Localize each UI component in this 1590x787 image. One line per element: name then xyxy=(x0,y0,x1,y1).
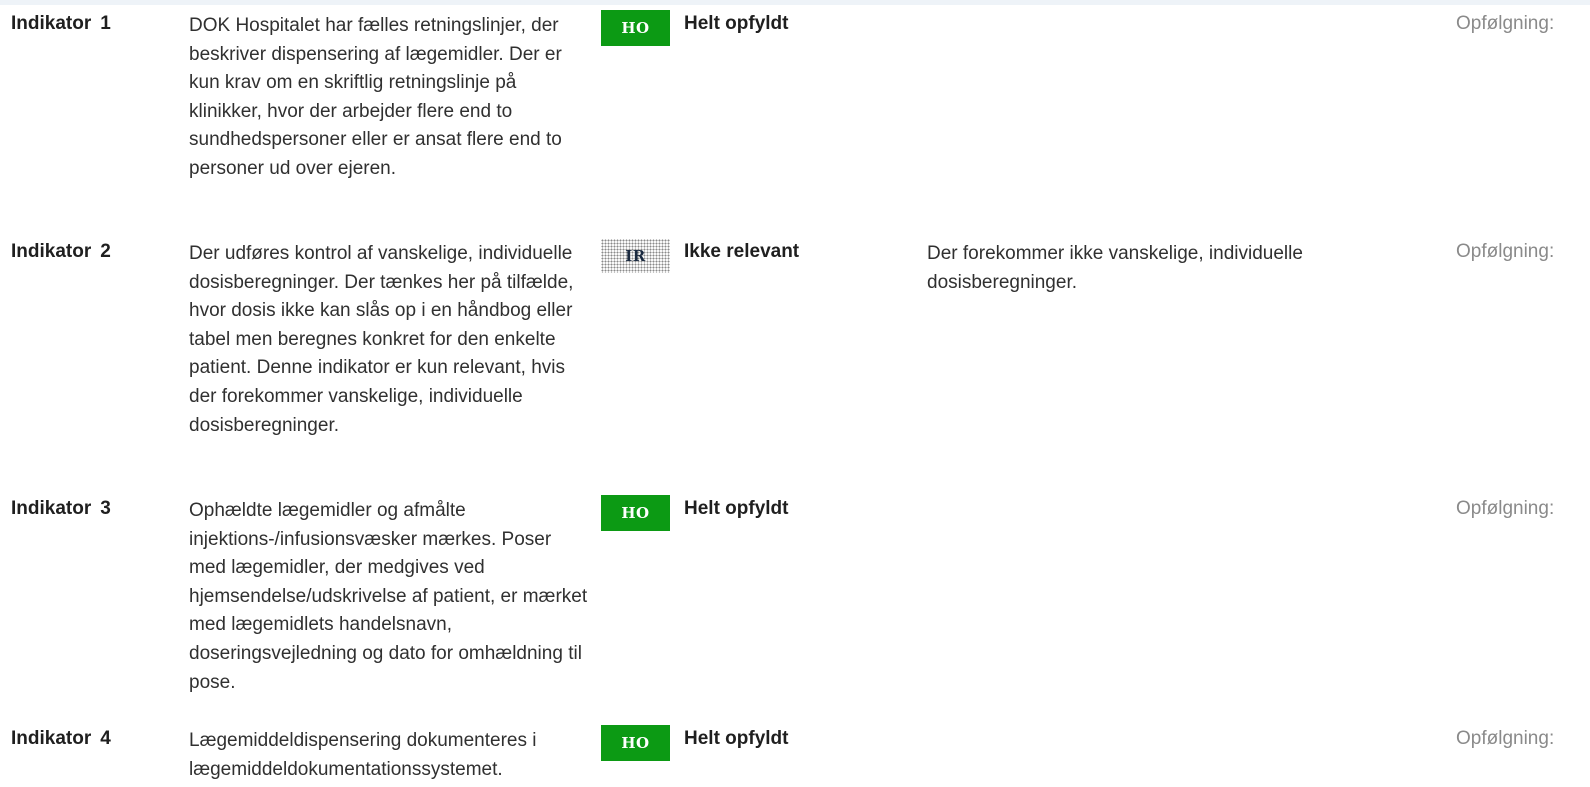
followup-label: Opfølgning: xyxy=(1456,498,1555,519)
ir-badge-icon: IR xyxy=(601,239,670,273)
followup-label: Opfølgning: xyxy=(1456,728,1555,749)
status-text: Helt opfyldt xyxy=(684,13,789,34)
indicator-label: Indikator 1 xyxy=(11,12,111,36)
ho-badge-icon: HO xyxy=(601,10,670,46)
indicator-label-text: Indikator xyxy=(11,13,92,34)
status-text: Helt opfyldt xyxy=(684,728,789,749)
comment-text: Der forekommer ikke vanskelige, individu… xyxy=(927,243,1303,293)
indicator-label-text: Indikator xyxy=(11,498,92,519)
indicator-label: Indikator 4 xyxy=(11,727,111,751)
indicator-number: 2 xyxy=(100,241,111,262)
indicator-number: 4 xyxy=(100,728,111,749)
followup-label: Opfølgning: xyxy=(1456,13,1555,34)
followup-label: Opfølgning: xyxy=(1456,241,1555,262)
indicator-number: 3 xyxy=(100,498,111,519)
indicator-description: Der udføres kontrol af vanskelige, indiv… xyxy=(189,243,574,436)
indicator-label: Indikator 3 xyxy=(11,497,111,521)
indicator-description: Lægemiddeldispensering dokumenteres i læ… xyxy=(189,730,537,780)
indicator-label-text: Indikator xyxy=(11,728,92,749)
ho-badge-icon: HO xyxy=(601,495,670,531)
top-strip xyxy=(0,0,1590,5)
status-text: Helt opfyldt xyxy=(684,498,789,519)
indicator-number: 1 xyxy=(100,13,111,34)
indicator-description: DOK Hospitalet har fælles retningslinjer… xyxy=(189,15,562,179)
status-text: Ikke relevant xyxy=(684,241,800,262)
ho-badge-icon: HO xyxy=(601,725,670,761)
indicator-label: Indikator 2 xyxy=(11,240,111,264)
indicator-description: Ophældte lægemidler og afmålte injektion… xyxy=(189,500,588,693)
indicator-label-text: Indikator xyxy=(11,241,92,262)
